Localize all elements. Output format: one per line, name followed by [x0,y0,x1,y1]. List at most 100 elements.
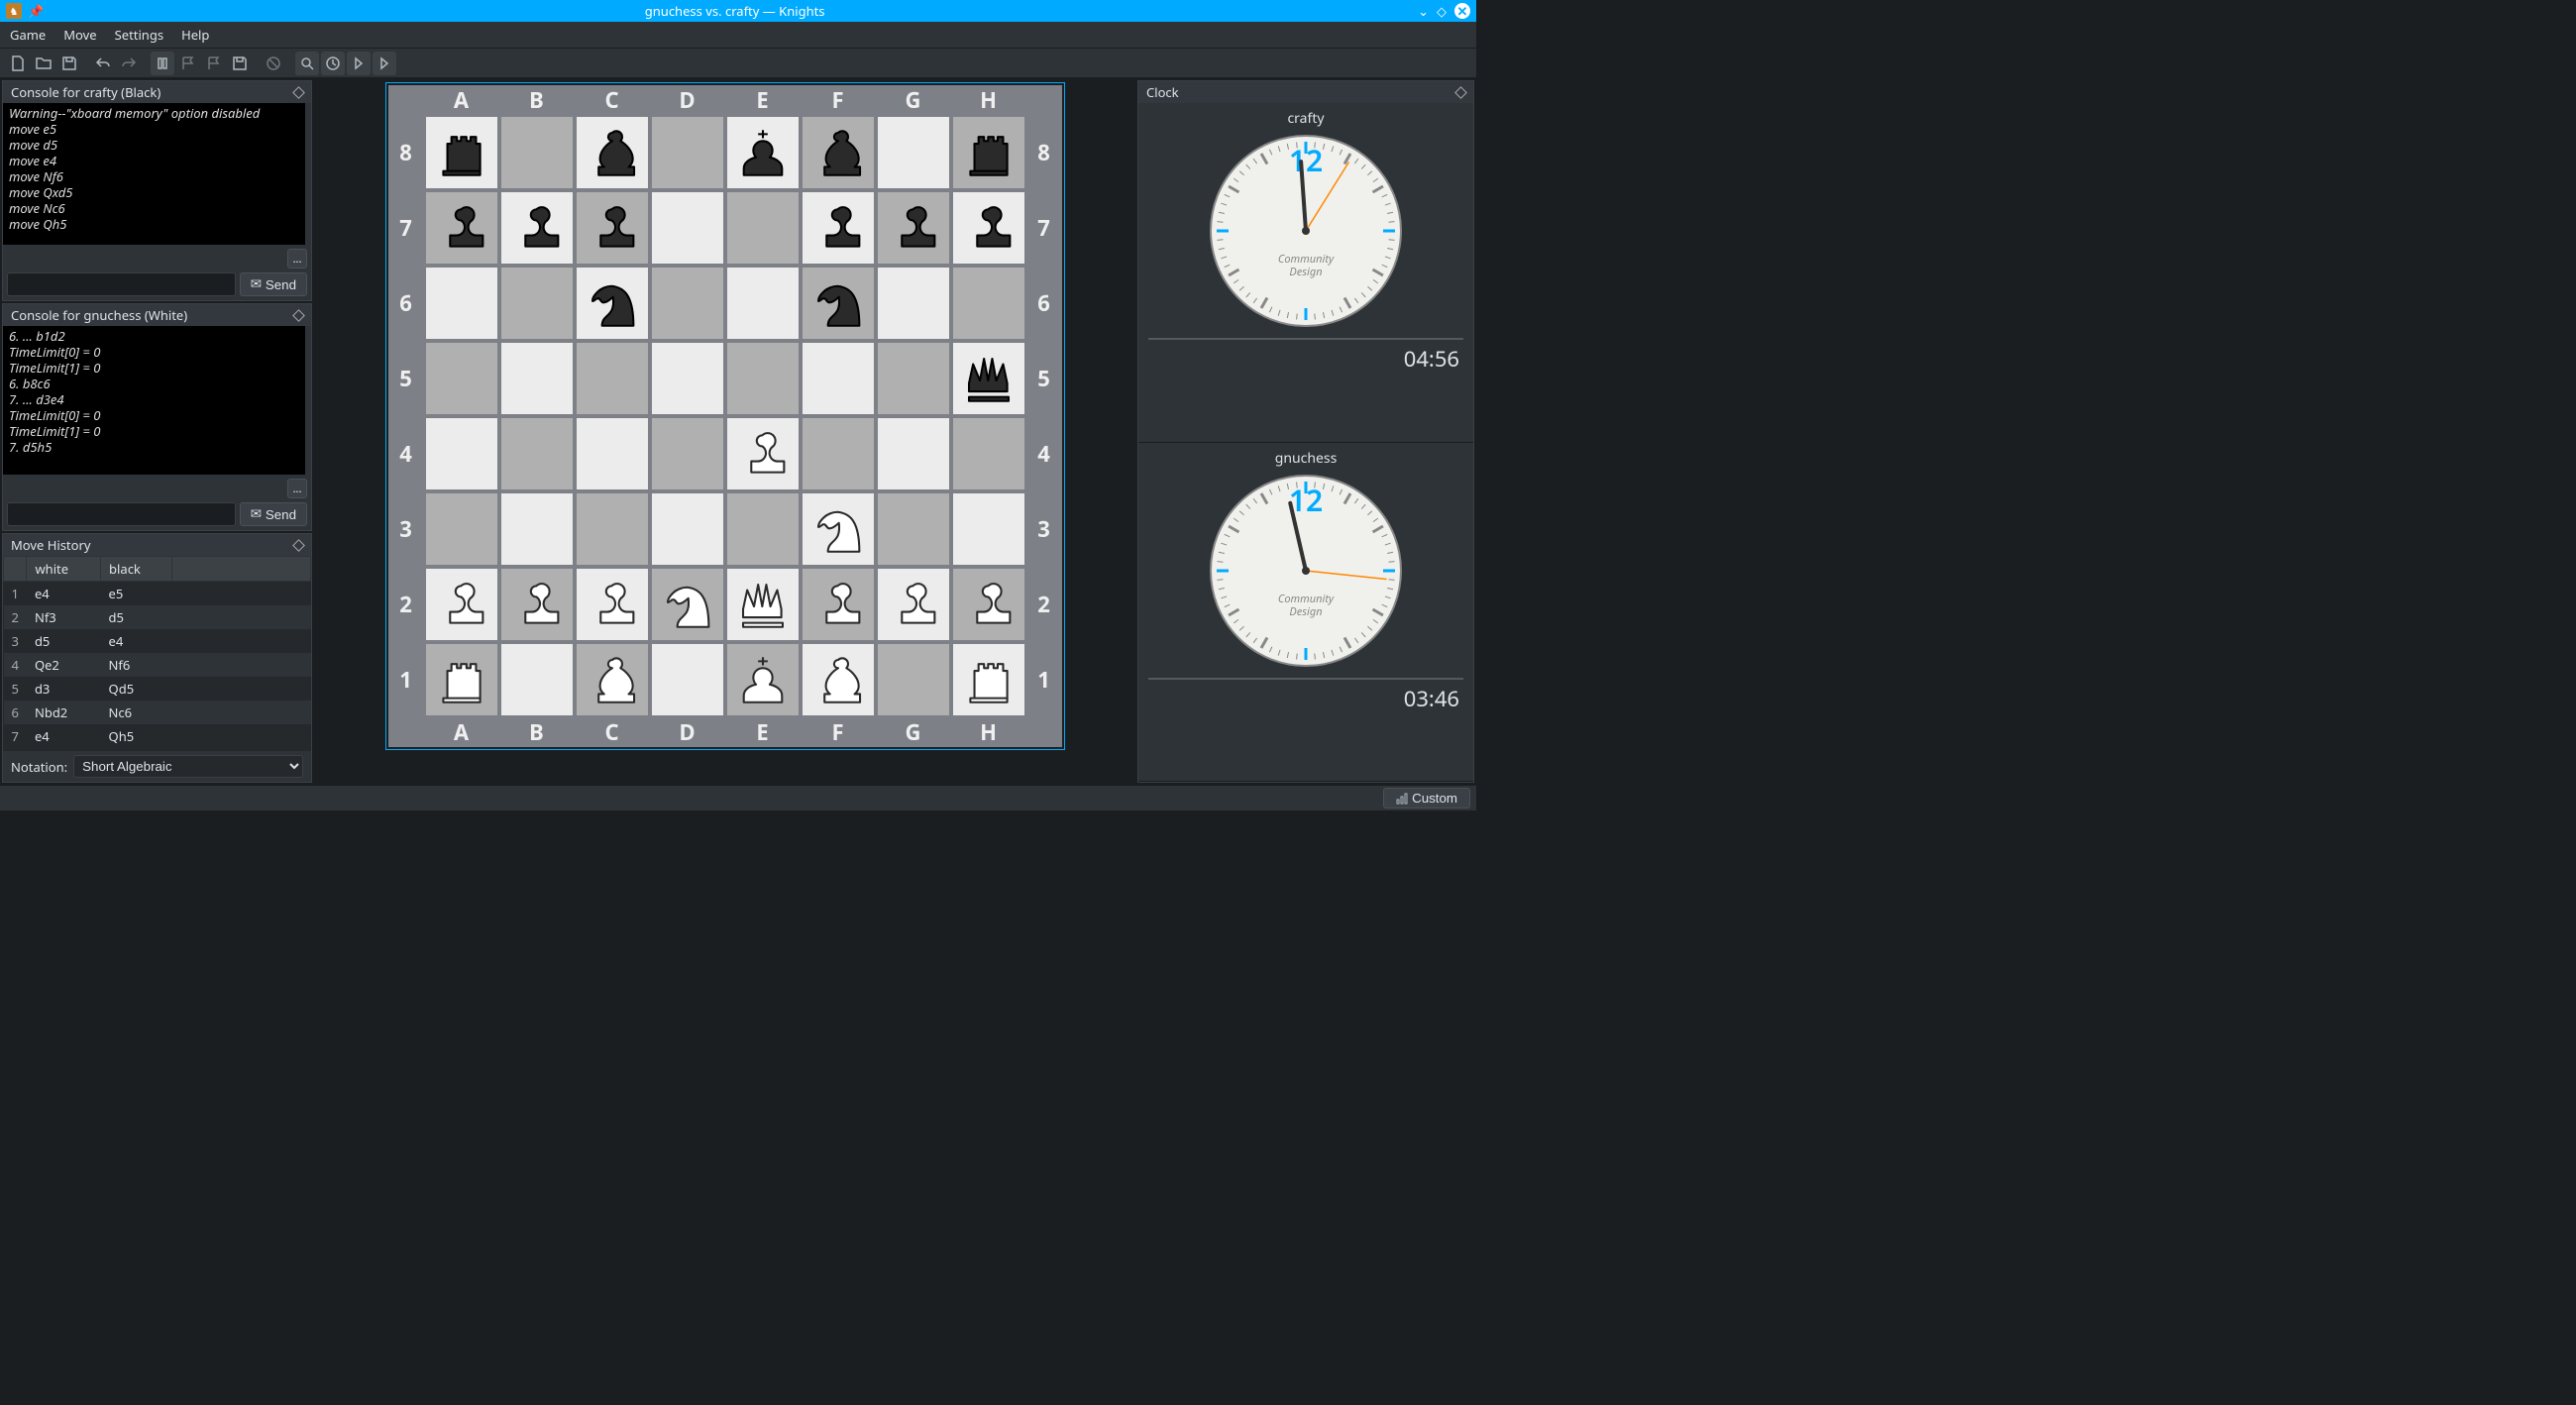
console-black-input[interactable] [7,272,236,296]
square-d2[interactable] [650,567,725,642]
new-icon[interactable] [6,52,30,75]
square-c8[interactable] [575,115,650,190]
square-d4[interactable] [650,416,725,491]
square-a3[interactable] [424,491,499,567]
square-b7[interactable] [499,190,575,266]
square-c3[interactable] [575,491,650,567]
menu-game[interactable]: Game [10,26,46,44]
redo-icon[interactable] [117,52,141,75]
square-e1[interactable] [725,642,801,717]
piece-bp[interactable] [880,194,947,262]
minimize-icon[interactable]: ⌄ [1418,2,1429,20]
square-g1[interactable] [876,642,951,717]
table-row[interactable]: 5d3Qd5 [4,677,311,701]
square-b2[interactable] [499,567,575,642]
piece-wr[interactable] [955,646,1022,713]
square-d8[interactable] [650,115,725,190]
square-f1[interactable] [801,642,876,717]
square-f2[interactable] [801,567,876,642]
square-a7[interactable] [424,190,499,266]
piece-bp[interactable] [805,194,872,262]
square-g7[interactable] [876,190,951,266]
square-a5[interactable] [424,341,499,416]
menu-move[interactable]: Move [63,26,96,44]
next1-icon[interactable] [347,52,371,75]
square-g2[interactable] [876,567,951,642]
piece-bp[interactable] [503,194,571,262]
piece-bp[interactable] [428,194,495,262]
detach-icon[interactable] [292,309,305,322]
table-row[interactable]: 2Nf3d5 [4,605,311,629]
square-c2[interactable] [575,567,650,642]
piece-br[interactable] [428,119,495,186]
square-h1[interactable] [951,642,1026,717]
square-a2[interactable] [424,567,499,642]
detach-icon[interactable] [292,86,305,99]
piece-wr[interactable] [428,646,495,713]
piece-wb[interactable] [579,646,646,713]
square-f3[interactable] [801,491,876,567]
square-g6[interactable] [876,266,951,341]
piece-bp[interactable] [579,194,646,262]
piece-wk[interactable] [729,646,797,713]
piece-wn[interactable] [654,571,721,638]
square-e6[interactable] [725,266,801,341]
chess-board[interactable]: ABCDEFGH8877665544332211ABCDEFGH [385,82,1065,750]
table-row[interactable]: 6Nbd2Nc6 [4,701,311,724]
square-f8[interactable] [801,115,876,190]
piece-bb[interactable] [805,119,872,186]
piece-bb[interactable] [579,119,646,186]
square-d1[interactable] [650,642,725,717]
square-e5[interactable] [725,341,801,416]
square-c1[interactable] [575,642,650,717]
menu-help[interactable]: Help [181,26,209,44]
square-h2[interactable] [951,567,1026,642]
square-h7[interactable] [951,190,1026,266]
square-a8[interactable] [424,115,499,190]
flag2-icon[interactable] [202,52,226,75]
search-icon[interactable] [295,52,319,75]
menu-settings[interactable]: Settings [115,26,163,44]
clock-icon[interactable] [321,52,345,75]
piece-wb[interactable] [805,646,872,713]
piece-bn[interactable] [805,270,872,337]
square-b1[interactable] [499,642,575,717]
console-options-button[interactable]: ... [287,249,307,269]
piece-br[interactable] [955,119,1022,186]
console-options-button[interactable]: ... [287,479,307,498]
square-g4[interactable] [876,416,951,491]
pause-icon[interactable] [151,52,174,75]
piece-wp[interactable] [805,571,872,638]
square-c4[interactable] [575,416,650,491]
square-g5[interactable] [876,341,951,416]
table-row[interactable]: 3d5e4 [4,629,311,653]
square-c7[interactable] [575,190,650,266]
piece-wp[interactable] [579,571,646,638]
table-row[interactable]: 7e4Qh5 [4,724,311,748]
square-e2[interactable] [725,567,801,642]
square-f6[interactable] [801,266,876,341]
square-c6[interactable] [575,266,650,341]
square-f4[interactable] [801,416,876,491]
piece-bq[interactable] [955,345,1022,412]
console-black-send-button[interactable]: ✉ Send [240,272,307,296]
square-d3[interactable] [650,491,725,567]
square-e7[interactable] [725,190,801,266]
flag1-icon[interactable] [176,52,200,75]
detach-icon[interactable] [292,539,305,552]
piece-bn[interactable] [579,270,646,337]
forbidden-icon[interactable] [262,52,285,75]
table-row[interactable]: 4Qe2Nf6 [4,653,311,677]
piece-bp[interactable] [955,194,1022,262]
square-b4[interactable] [499,416,575,491]
square-f5[interactable] [801,341,876,416]
maximize-icon[interactable]: ◇ [1437,2,1447,20]
square-h3[interactable] [951,491,1026,567]
square-c5[interactable] [575,341,650,416]
square-h4[interactable] [951,416,1026,491]
undo-icon[interactable] [91,52,115,75]
piece-wn[interactable] [805,495,872,563]
square-f7[interactable] [801,190,876,266]
square-b5[interactable] [499,341,575,416]
piece-wp[interactable] [428,571,495,638]
